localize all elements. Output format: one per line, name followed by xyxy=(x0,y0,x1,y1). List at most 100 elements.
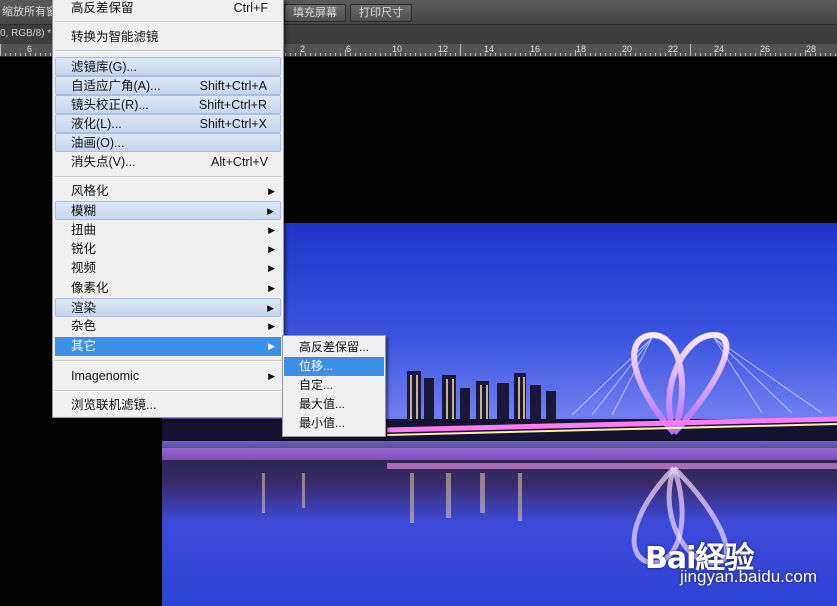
menu-item-browse-filters-online[interactable]: 浏览联机滤镜... xyxy=(55,396,281,415)
triangle-right-icon: ▶ xyxy=(268,371,275,381)
menu-item-blur[interactable]: 模糊 ▶ xyxy=(55,201,281,220)
ruler-tick xyxy=(735,53,736,56)
ruler-tick xyxy=(430,53,431,56)
ruler-tick xyxy=(45,53,46,56)
ruler-tick xyxy=(365,53,366,56)
ruler-tick xyxy=(465,53,466,56)
menu-item-shortcut: Ctrl+F xyxy=(233,1,268,15)
menu-item-convert-smart-filters[interactable]: 转换为智能滤镜 xyxy=(55,28,281,47)
menu-item-label: 转换为智能滤镜 xyxy=(71,30,159,44)
ruler-tick xyxy=(690,44,691,56)
triangle-right-icon: ▶ xyxy=(268,263,275,273)
ruler-tick xyxy=(385,53,386,56)
menu-item-imagenomic[interactable]: Imagenomic ▶ xyxy=(55,367,281,386)
menu-item-label: 浏览联机滤镜... xyxy=(71,398,157,412)
menu-item-sharpen[interactable]: 锐化 ▶ xyxy=(55,240,281,259)
ruler-tick xyxy=(495,53,496,56)
menu-item-lens-correction[interactable]: 镜头校正(R)... Shift+Ctrl+R xyxy=(55,95,281,114)
ruler-tick xyxy=(485,53,486,56)
menu-item-adaptive-wide-angle[interactable]: 自适应广角(A)... Shift+Ctrl+A xyxy=(55,76,281,95)
ruler-tick xyxy=(515,53,516,56)
menu-item-label: 视频 xyxy=(71,261,97,275)
ruler-tick xyxy=(615,53,616,56)
ruler-tick xyxy=(500,53,501,56)
watermark-url: jingyan.baidu.com xyxy=(680,567,818,586)
menu-item-pixelate[interactable]: 像素化 ▶ xyxy=(55,279,281,298)
ruler-tick xyxy=(335,53,336,56)
triangle-right-icon: ▶ xyxy=(268,186,275,196)
ruler-tick xyxy=(575,50,576,56)
menu-item-distort[interactable]: 扭曲 ▶ xyxy=(55,221,281,240)
document-tab-title[interactable]: 0, RGB/8) * xyxy=(0,28,51,39)
ruler-tick xyxy=(50,53,51,56)
submenu-item-offset[interactable]: 位移... xyxy=(284,357,384,376)
ruler-tick xyxy=(345,50,346,56)
menu-item-label: 其它 xyxy=(71,339,97,353)
print-size-button[interactable]: 打印尺寸 xyxy=(350,4,412,22)
ruler-tick xyxy=(775,53,776,56)
ruler-tick xyxy=(635,53,636,56)
ruler-tick xyxy=(585,53,586,56)
ruler-tick xyxy=(320,53,321,56)
submenu-item-custom[interactable]: 自定... xyxy=(284,376,384,395)
ruler-tick xyxy=(460,44,461,56)
ruler-tick xyxy=(625,53,626,56)
menu-item-other[interactable]: 其它 ▶ xyxy=(55,337,281,356)
ruler-tick xyxy=(760,53,761,56)
ruler-tick xyxy=(540,53,541,56)
menu-item-render[interactable]: 渲染 ▶ xyxy=(55,298,281,317)
ruler-tick xyxy=(765,53,766,56)
fill-screen-button[interactable]: 填充屏幕 xyxy=(284,4,346,22)
ruler-tick xyxy=(390,53,391,56)
ruler-tick xyxy=(600,53,601,56)
ruler-tick xyxy=(535,53,536,56)
ruler-tick xyxy=(705,53,706,56)
submenu-item-minimum[interactable]: 最小值... xyxy=(284,414,384,433)
ruler-tick xyxy=(285,53,286,56)
menu-item-noise[interactable]: 杂色 ▶ xyxy=(55,317,281,336)
ruler-tick xyxy=(640,53,641,56)
triangle-right-icon: ▶ xyxy=(268,244,275,254)
ruler-tick xyxy=(605,53,606,56)
ruler-tick xyxy=(680,53,681,56)
menu-item-video[interactable]: 视频 ▶ xyxy=(55,259,281,278)
ruler-tick xyxy=(420,53,421,56)
menu-item-label: 镜头校正(R)... xyxy=(71,98,149,112)
menu-separator xyxy=(55,360,281,362)
menu-item-label: 液化(L)... xyxy=(71,117,122,131)
menu-item-label: 锐化 xyxy=(71,242,97,256)
ruler-tick xyxy=(610,53,611,56)
ruler-tick xyxy=(455,53,456,56)
menu-item-filter-gallery[interactable]: 滤镜库(G)... xyxy=(55,57,281,76)
menu-item-oil-paint[interactable]: 油画(O)... xyxy=(55,133,281,152)
submenu-item-label: 位移... xyxy=(299,359,334,373)
ruler-tick xyxy=(380,53,381,56)
menu-item-label: 油画(O)... xyxy=(71,136,125,150)
submenu-item-maximum[interactable]: 最大值... xyxy=(284,395,384,414)
ruler-tick xyxy=(730,53,731,56)
zoom-all-windows-option[interactable]: 缩放所有窗 xyxy=(0,4,57,20)
ruler-tick xyxy=(650,53,651,56)
menu-item-vanishing-point[interactable]: 消失点(V)... Alt+Ctrl+V xyxy=(55,153,281,172)
ruler-tick xyxy=(570,53,571,56)
menu-item-shortcut: Alt+Ctrl+V xyxy=(211,155,268,169)
ruler-tick xyxy=(305,53,306,56)
ruler-tick xyxy=(565,53,566,56)
ruler-tick xyxy=(555,53,556,56)
ruler-tick xyxy=(595,53,596,56)
ruler-tick xyxy=(490,53,491,56)
ruler-tick xyxy=(400,53,401,56)
submenu-item-high-pass[interactable]: 高反差保留... xyxy=(284,338,384,357)
triangle-right-icon: ▶ xyxy=(267,206,274,216)
menu-item-last-filter-high-pass[interactable]: 高反差保留 Ctrl+F xyxy=(55,0,281,18)
ruler-tick xyxy=(5,53,6,56)
ruler-tick xyxy=(665,53,666,56)
ruler-tick xyxy=(725,53,726,56)
menu-item-liquify[interactable]: 液化(L)... Shift+Ctrl+X xyxy=(55,114,281,133)
ruler-tick xyxy=(290,53,291,56)
menu-item-stylize[interactable]: 风格化 ▶ xyxy=(55,182,281,201)
ruler-tick xyxy=(440,53,441,56)
ruler-tick xyxy=(685,53,686,56)
ruler-tick xyxy=(525,53,526,56)
ruler-tick xyxy=(360,53,361,56)
